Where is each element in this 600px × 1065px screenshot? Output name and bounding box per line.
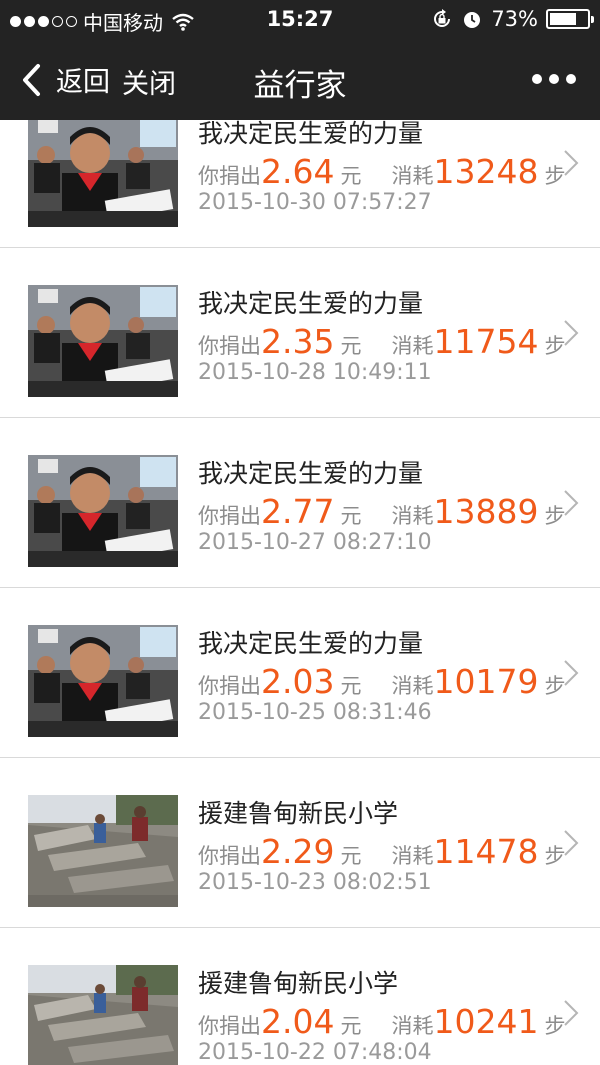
chevron-right-icon bbox=[564, 660, 579, 686]
project-title: 我决定民生爱的力量 bbox=[198, 289, 424, 318]
app-header: 中国移动 15:27 73% 返回 关闭 益行家 bbox=[0, 0, 600, 120]
donation-thumbnail bbox=[28, 625, 178, 737]
donation-date: 2015-10-22 07:48:04 bbox=[198, 1040, 432, 1065]
donate-label: 你捐出 bbox=[198, 1014, 261, 1038]
currency-label: 元 bbox=[340, 1014, 362, 1038]
donation-thumbnail bbox=[28, 285, 178, 397]
chevron-right-icon bbox=[564, 1000, 579, 1026]
chevron-right-icon bbox=[564, 150, 579, 176]
donation-amount: 2.29 bbox=[261, 832, 335, 871]
step-count: 13248 bbox=[433, 152, 539, 191]
donation-amount: 2.03 bbox=[261, 662, 335, 701]
project-title: 援建鲁甸新民小学 bbox=[198, 799, 399, 828]
donation-thumbnail bbox=[28, 115, 178, 227]
consume-label: 消耗 bbox=[391, 334, 434, 358]
donate-label: 你捐出 bbox=[198, 844, 261, 868]
donation-list-item[interactable]: 援建鲁甸新民小学 你捐出 2.04 元 消耗 10241 步 2015-10-2… bbox=[0, 928, 600, 1065]
donation-thumbnail bbox=[28, 455, 178, 567]
donation-date: 2015-10-30 07:57:27 bbox=[198, 190, 432, 215]
donate-label: 你捐出 bbox=[198, 334, 261, 358]
donation-list-item[interactable]: 援建鲁甸新民小学 你捐出 2.29 元 消耗 11478 步 2015-10-2… bbox=[0, 758, 600, 928]
step-count: 13889 bbox=[433, 492, 539, 531]
status-right: 73% bbox=[431, 7, 594, 31]
consume-label: 消耗 bbox=[391, 1014, 434, 1038]
status-bar: 中国移动 15:27 73% bbox=[0, 0, 600, 40]
donation-date: 2015-10-28 10:49:11 bbox=[198, 360, 432, 385]
more-options-button[interactable] bbox=[532, 74, 576, 84]
donation-amount: 2.77 bbox=[261, 492, 335, 531]
currency-label: 元 bbox=[340, 334, 362, 358]
currency-label: 元 bbox=[340, 674, 362, 698]
classroom-photo bbox=[28, 455, 178, 567]
classroom-photo bbox=[28, 625, 178, 737]
donation-list: 我决定民生爱的力量 你捐出 2.64 元 消耗 13248 步 2015-10-… bbox=[0, 78, 600, 1065]
currency-label: 元 bbox=[340, 504, 362, 528]
project-title: 我决定民生爱的力量 bbox=[198, 459, 424, 488]
back-button[interactable]: 返回 bbox=[18, 60, 110, 99]
rotation-lock-icon bbox=[434, 9, 451, 27]
donation-list-item[interactable]: 我决定民生爱的力量 你捐出 2.35 元 消耗 11754 步 2015-10-… bbox=[0, 248, 600, 418]
currency-label: 元 bbox=[340, 844, 362, 868]
classroom-photo bbox=[28, 285, 178, 397]
step-count: 11478 bbox=[433, 832, 539, 871]
chevron-right-icon bbox=[564, 490, 579, 516]
classroom-photo bbox=[28, 115, 178, 227]
chevron-left-icon bbox=[23, 63, 40, 96]
step-count: 11754 bbox=[433, 322, 539, 361]
step-count: 10179 bbox=[433, 662, 539, 701]
consume-label: 消耗 bbox=[391, 844, 434, 868]
earthquake-ruins-photo bbox=[28, 965, 178, 1065]
chevron-right-icon bbox=[564, 830, 579, 856]
close-button[interactable]: 关闭 bbox=[122, 62, 176, 101]
back-label: 返回 bbox=[56, 67, 110, 98]
donation-amount: 2.04 bbox=[261, 1002, 335, 1041]
donation-thumbnail bbox=[28, 965, 178, 1065]
donation-date: 2015-10-27 08:27:10 bbox=[198, 530, 432, 555]
battery-percent: 73% bbox=[491, 7, 538, 31]
donation-date: 2015-10-25 08:31:46 bbox=[198, 700, 432, 725]
earthquake-ruins-photo bbox=[28, 795, 178, 907]
chevron-right-icon bbox=[564, 320, 579, 346]
donation-amount: 2.64 bbox=[261, 152, 335, 191]
donation-thumbnail bbox=[28, 795, 178, 907]
donation-list-item[interactable]: 我决定民生爱的力量 你捐出 2.77 元 消耗 13889 步 2015-10-… bbox=[0, 418, 600, 588]
donation-list-item[interactable]: 我决定民生爱的力量 你捐出 2.03 元 消耗 10179 步 2015-10-… bbox=[0, 588, 600, 758]
donate-label: 你捐出 bbox=[198, 674, 261, 698]
donation-date: 2015-10-23 08:02:51 bbox=[198, 870, 432, 895]
donate-label: 你捐出 bbox=[198, 504, 261, 528]
donation-amount: 2.35 bbox=[261, 322, 335, 361]
battery-icon bbox=[546, 9, 594, 29]
donate-label: 你捐出 bbox=[198, 164, 261, 188]
project-title: 援建鲁甸新民小学 bbox=[198, 969, 399, 998]
step-count: 10241 bbox=[433, 1002, 539, 1041]
consume-label: 消耗 bbox=[391, 504, 434, 528]
project-title: 我决定民生爱的力量 bbox=[198, 629, 424, 658]
consume-label: 消耗 bbox=[391, 164, 434, 188]
consume-label: 消耗 bbox=[391, 674, 434, 698]
alarm-clock-icon bbox=[464, 12, 481, 28]
currency-label: 元 bbox=[340, 164, 362, 188]
navigation-bar: 返回 关闭 益行家 bbox=[0, 40, 600, 120]
